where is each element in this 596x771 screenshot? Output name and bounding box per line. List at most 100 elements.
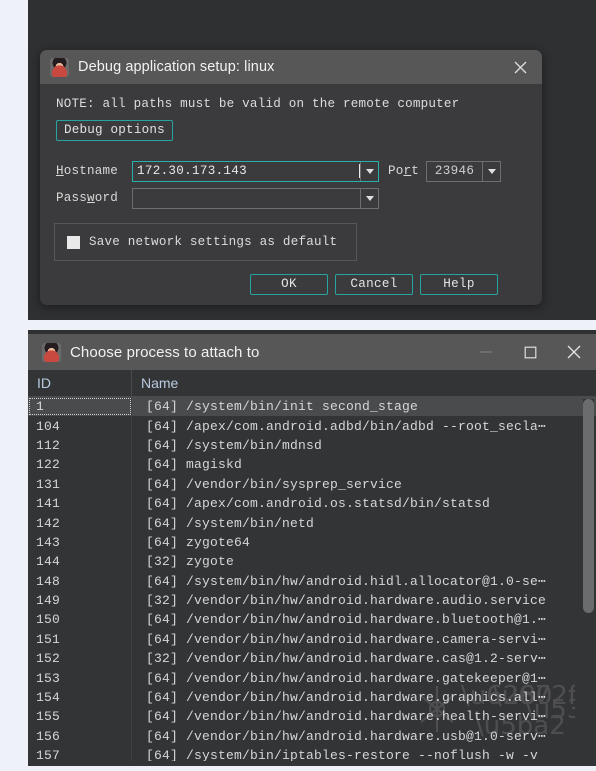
process-name-cell: [64] /vendor/bin/hw/android.hardware.cam… <box>146 631 547 647</box>
process-id-cell: 143 <box>28 532 132 553</box>
process-id-cell: 104 <box>28 416 132 436</box>
process-id-cell: 148 <box>28 571 132 591</box>
process-id-cell: 155 <box>28 707 132 727</box>
dialog-button-bar: OK Cancel Help <box>40 261 542 295</box>
process-id-cell: 157 <box>28 746 132 761</box>
table-row[interactable]: 156 [64] /vendor/bin/hw/android.hardware.… <box>28 726 596 747</box>
process-id-cell: 131 <box>28 474 132 494</box>
chevron-down-icon[interactable] <box>482 161 500 181</box>
save-settings-group: Save network settings as default <box>54 223 357 261</box>
close-icon[interactable] <box>498 50 542 84</box>
table-row[interactable]: 154 [64] /vendor/bin/hw/android.hardware.… <box>28 687 596 708</box>
app-avatar-icon <box>50 57 69 77</box>
scrollbar-thumb[interactable] <box>583 399 594 613</box>
table-row[interactable]: 112 [64] /system/bin/mdnsd <box>28 435 596 456</box>
save-network-settings-checkbox[interactable] <box>67 235 80 249</box>
close-icon[interactable] <box>552 335 596 369</box>
process-id-cell: 144 <box>28 552 132 572</box>
process-dialog-title: Choose process to attach to <box>70 343 260 361</box>
process-id-cell: 152 <box>28 649 132 669</box>
password-value <box>133 189 360 208</box>
process-name-cell: [64] /system/bin/iptables-restore --nofl… <box>146 748 539 761</box>
process-name-cell: [64] zygote64 <box>146 534 251 550</box>
process-id-cell: 1 <box>28 397 132 417</box>
password-input[interactable] <box>132 187 379 209</box>
table-row[interactable]: 141 [64] /apex/com.android.os.statsd/bin/… <box>28 493 596 514</box>
table-row[interactable]: 122 [64] magiskd <box>28 455 596 475</box>
hostname-label: Hostname <box>56 164 119 178</box>
table-row[interactable]: 149 [32] /vendor/bin/hw/android.hardware.… <box>28 590 596 611</box>
chevron-down-icon[interactable] <box>360 161 378 181</box>
table-row[interactable]: 152 [32] /vendor/bin/hw/android.hardware.… <box>28 649 596 669</box>
page-bottom-strip <box>0 766 596 771</box>
process-id-cell: 142 <box>28 513 132 533</box>
process-id-cell: 154 <box>28 687 132 708</box>
table-row[interactable]: 144 [32] zygote <box>28 552 596 572</box>
process-list-header: ID Name <box>28 370 596 397</box>
table-row[interactable]: 150 [64] /vendor/bin/hw/android.hardware.… <box>28 610 596 630</box>
process-name-cell: [32] /vendor/bin/hw/android.hardware.aud… <box>146 593 547 609</box>
table-row[interactable]: 151 [64] /vendor/bin/hw/android.hardware.… <box>28 629 596 650</box>
save-network-settings-label: Save network settings as default <box>89 235 338 249</box>
table-row[interactable]: 153 [64] /vendor/bin/hw/android.hardware.… <box>28 668 596 688</box>
table-row[interactable]: 143 [64] zygote64 <box>28 532 596 553</box>
process-name-cell: [64] magiskd <box>146 457 243 473</box>
password-label: Password <box>56 191 119 205</box>
debug-options-button[interactable]: Debug options <box>56 120 173 141</box>
process-name-cell: [64] /system/bin/netd <box>146 515 315 531</box>
process-name-cell: [32] /vendor/bin/hw/android.hardware.cas… <box>146 651 547 667</box>
table-row[interactable]: 104 [64] /apex/com.android.adbd/bin/adbd … <box>28 416 596 436</box>
hostname-row: Hostname 172.30.173.143 Port 23946 <box>54 160 528 182</box>
chevron-down-icon[interactable] <box>360 188 378 208</box>
process-name-cell: [64] /vendor/bin/hw/android.hardware.usb… <box>146 728 547 744</box>
process-id-cell: 122 <box>28 455 132 475</box>
process-name-cell: [64] /system/bin/mdnsd <box>146 437 323 453</box>
process-list[interactable]: 1 [64] /system/bin/init second_stage 104 [6… <box>28 397 596 761</box>
process-name-cell: [64] /apex/com.android.os.statsd/bin/sta… <box>146 496 491 512</box>
table-row[interactable]: 1 [64] /system/bin/init second_stage <box>28 397 596 417</box>
minimize-icon[interactable] <box>464 335 508 369</box>
password-row: Password <box>54 187 528 209</box>
app-avatar-icon <box>42 342 61 362</box>
port-value: 23946 <box>434 164 475 178</box>
process-id-cell: 141 <box>28 493 132 514</box>
desktop-left-strip <box>0 0 28 771</box>
maximize-icon[interactable] <box>508 335 552 369</box>
help-button[interactable]: Help <box>420 274 498 295</box>
table-row[interactable]: 142 [64] /system/bin/netd <box>28 513 596 533</box>
process-id-cell: 156 <box>28 726 132 747</box>
hostname-input[interactable]: 172.30.173.143 <box>132 160 379 182</box>
process-name-cell: [64] /vendor/bin/hw/android.hardware.blu… <box>146 612 547 628</box>
choose-process-dialog: Choose process to attach to ID Name 1 [64… <box>28 334 596 766</box>
process-name-cell: [64] /vendor/bin/hw/android.hardware.hea… <box>146 709 547 725</box>
process-name-cell: [64] /vendor/bin/hw/android.hardware.gra… <box>146 690 547 706</box>
table-row[interactable]: 131 [64] /vendor/bin/sysprep_service <box>28 474 596 494</box>
column-header-name[interactable]: Name <box>132 370 596 396</box>
debug-application-setup-dialog: Debug application setup: linux NOTE: all… <box>40 50 542 305</box>
process-id-cell: 112 <box>28 435 132 456</box>
process-dialog-titlebar[interactable]: Choose process to attach to <box>28 334 596 370</box>
connection-fields: Hostname 172.30.173.143 Port 23946 Passw… <box>54 160 528 209</box>
process-name-cell: [64] /apex/com.android.adbd/bin/adbd --r… <box>146 418 547 434</box>
debug-dialog-titlebar[interactable]: Debug application setup: linux <box>40 50 542 84</box>
ok-button[interactable]: OK <box>250 274 328 295</box>
table-row[interactable]: 155 [64] /vendor/bin/hw/android.hardware.… <box>28 707 596 727</box>
process-name-cell: [64] /vendor/bin/hw/android.hardware.gat… <box>146 670 547 686</box>
process-name-cell: [32] zygote <box>146 554 235 570</box>
port-input[interactable]: 23946 <box>426 160 502 182</box>
port-label: Port <box>388 164 420 178</box>
debug-dialog-title: Debug application setup: linux <box>78 59 275 75</box>
hostname-value: 172.30.173.143 <box>137 164 248 178</box>
table-row[interactable]: 157 [64] /system/bin/iptables-restore --n… <box>28 746 596 761</box>
cancel-button[interactable]: Cancel <box>335 274 413 295</box>
column-header-id[interactable]: ID <box>28 370 132 396</box>
process-id-cell: 149 <box>28 590 132 611</box>
process-list-scrollbar[interactable] <box>583 399 594 759</box>
process-name-cell: [64] /system/bin/init second_stage <box>146 399 419 415</box>
process-name-cell: [64] /vendor/bin/sysprep_service <box>146 476 403 492</box>
process-id-cell: 150 <box>28 610 132 630</box>
table-row[interactable]: 148 [64] /system/bin/hw/android.hidl.allo… <box>28 571 596 591</box>
process-id-cell: 151 <box>28 629 132 650</box>
process-name-cell: [64] /system/bin/hw/android.hidl.allocat… <box>146 573 547 589</box>
note-text: NOTE: all paths must be valid on the rem… <box>56 97 460 111</box>
